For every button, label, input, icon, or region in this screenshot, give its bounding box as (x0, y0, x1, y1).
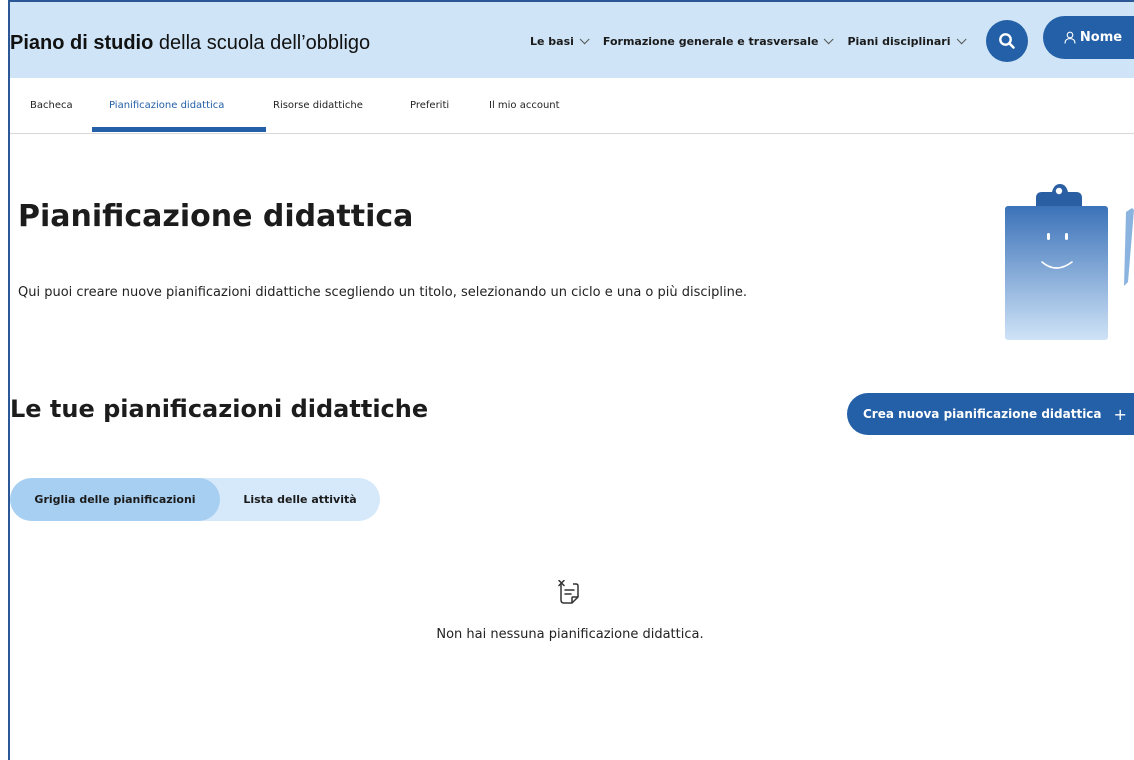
chevron-down-icon (824, 34, 835, 45)
page-description: Qui puoi creare nuove pianificazioni did… (18, 285, 747, 300)
search-icon (999, 33, 1015, 49)
active-tab-indicator (92, 127, 266, 132)
tab-il-mio-account[interactable]: Il mio account (489, 100, 560, 111)
user-icon (1064, 31, 1076, 44)
empty-note-icon (558, 580, 579, 604)
tab-preferiti[interactable]: Preferiti (410, 100, 449, 111)
section-tabs: Bacheca Pianificazione didattica Risorse… (10, 78, 1134, 134)
toggle-grid-view[interactable]: Griglia delle pianificazioni (10, 478, 220, 521)
tab-risorse-didattiche[interactable]: Risorse didattiche (273, 100, 363, 111)
nav-item-formazione-generale[interactable]: Formazione generale e trasversale (602, 34, 835, 48)
site-header: Piano di studio della scuola dell’obblig… (10, 2, 1134, 78)
create-planning-label: Crea nuova pianificazione didattica (863, 407, 1102, 421)
tab-pianificazione-didattica[interactable]: Pianificazione didattica (109, 100, 224, 111)
empty-state-message: Non hai nessuna pianificazione didattica… (436, 627, 704, 642)
user-account-button[interactable]: Nome (1043, 16, 1134, 59)
search-button[interactable] (986, 20, 1028, 62)
chevron-down-icon (956, 34, 967, 45)
plus-icon: + (1113, 404, 1127, 424)
site-logo[interactable]: Piano di studio della scuola dell’obblig… (10, 32, 370, 55)
nav-item-label: Le basi (530, 35, 574, 48)
create-planning-button[interactable]: Crea nuova pianificazione didattica + (847, 393, 1134, 435)
brand-title-strong: Piano di studio (10, 32, 154, 54)
nav-item-le-basi[interactable]: Le basi (530, 34, 590, 48)
user-name-label: Nome (1079, 30, 1123, 45)
brand-title-rest: della scuola dell’obbligo (158, 32, 371, 54)
page-title: Pianificazione didattica (18, 199, 414, 234)
main-navigation: Le basi Formazione generale e trasversal… (530, 34, 980, 48)
nav-item-label: Formazione generale e trasversale (602, 35, 819, 48)
nav-item-label: Piani disciplinari (847, 35, 951, 48)
clipboard-illustration (1005, 184, 1134, 340)
nav-item-piani-disciplinari[interactable]: Piani disciplinari (847, 34, 967, 48)
toggle-activity-list[interactable]: Lista delle attività (220, 478, 380, 521)
section-title: Le tue pianificazioni didattiche (10, 395, 429, 423)
chevron-down-icon (579, 34, 590, 45)
tab-bacheca[interactable]: Bacheca (30, 100, 73, 111)
view-toggle: Griglia delle pianificazioni Lista delle… (10, 478, 380, 521)
